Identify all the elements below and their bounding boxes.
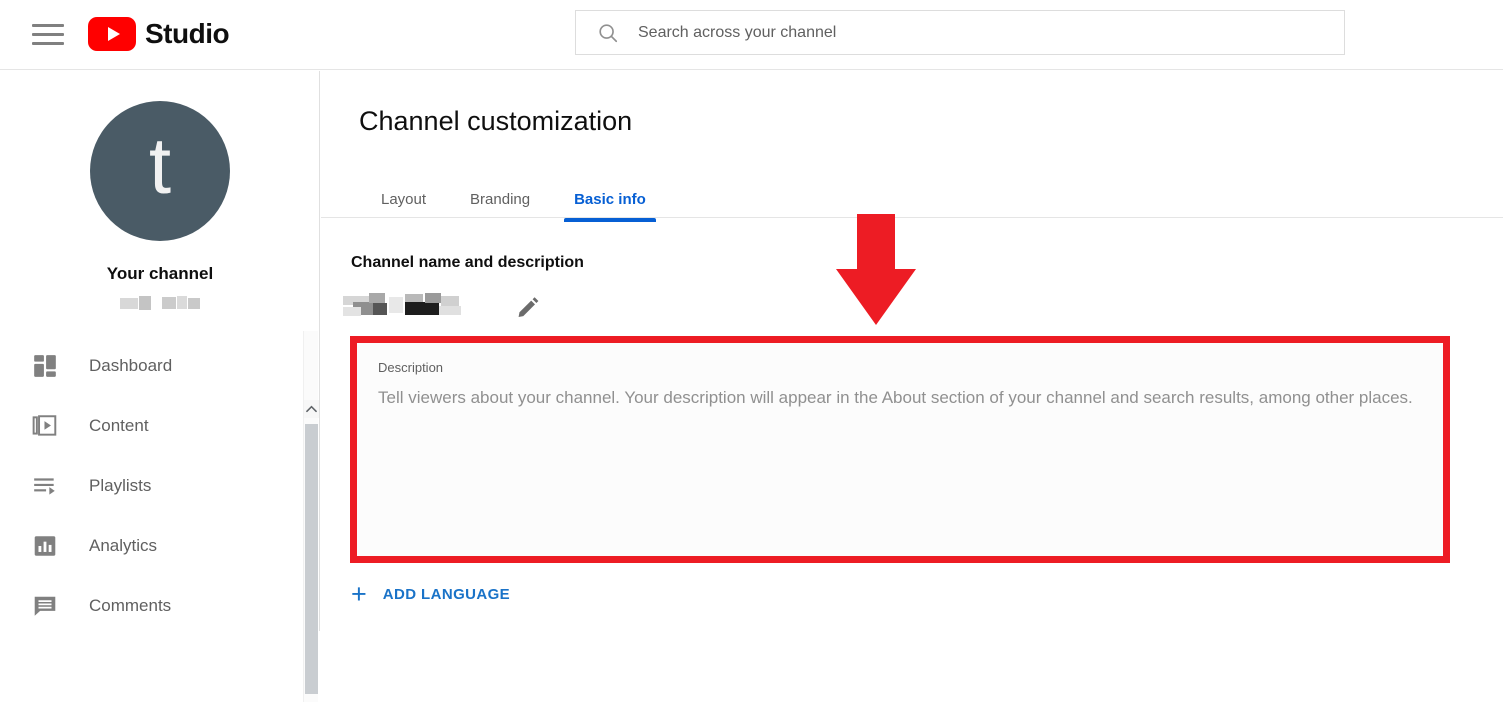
brand-text: Studio <box>145 18 229 50</box>
sidebar-nav: Dashboard Content Playlis <box>0 336 302 636</box>
sidebar-item-content[interactable]: Content <box>0 396 302 456</box>
play-triangle-icon <box>108 27 120 41</box>
hamburger-bar <box>32 33 64 36</box>
chevron-up-icon[interactable] <box>304 400 319 418</box>
playlists-icon <box>28 469 62 503</box>
pencil-edit-icon[interactable] <box>516 295 540 319</box>
sidebar-item-label: Analytics <box>89 536 157 556</box>
annotation-highlight-box: Description Tell viewers about your chan… <box>350 336 1450 563</box>
tab-branding[interactable]: Branding <box>448 176 552 222</box>
top-header: Studio Search across your channel <box>0 0 1503 70</box>
sidebar-item-label: Playlists <box>89 476 151 496</box>
main-content: Channel customization Layout Branding Ba… <box>321 71 1503 631</box>
page-title: Channel customization <box>359 106 632 137</box>
studio-brand-logo[interactable]: Studio <box>88 14 229 54</box>
sidebar-item-dashboard[interactable]: Dashboard <box>0 336 302 396</box>
sidebar-item-label: Dashboard <box>89 356 172 376</box>
add-language-label: ADD LANGUAGE <box>383 586 510 603</box>
down-arrow-annotation-icon <box>835 214 917 326</box>
plus-icon: + <box>351 581 367 608</box>
channel-name-redacted <box>343 293 468 321</box>
add-language-button[interactable]: + ADD LANGUAGE <box>351 581 510 608</box>
sidebar-item-label: Comments <box>89 596 171 616</box>
analytics-bar-chart-icon <box>28 529 62 563</box>
search-placeholder: Search across your channel <box>638 24 836 42</box>
channel-handle-redacted <box>120 296 200 310</box>
your-channel-label: Your channel <box>0 264 320 284</box>
sidebar-item-playlists[interactable]: Playlists <box>0 456 302 516</box>
avatar[interactable]: t <box>90 101 230 241</box>
search-input[interactable]: Search across your channel <box>575 10 1345 55</box>
sidebar-item-analytics[interactable]: Analytics <box>0 516 302 576</box>
scrollbar-thumb[interactable] <box>305 424 318 694</box>
hamburger-menu-icon[interactable] <box>32 22 66 48</box>
hamburger-bar <box>32 24 64 27</box>
sidebar-scrollbar[interactable] <box>303 331 318 702</box>
tab-basic-info[interactable]: Basic info <box>552 176 668 222</box>
description-input[interactable]: Description Tell viewers about your chan… <box>357 343 1443 556</box>
channel-name-row <box>343 293 540 321</box>
left-sidebar: t Your channel Dashboard <box>0 71 320 631</box>
comments-speech-bubble-icon <box>28 589 62 623</box>
hamburger-bar <box>32 42 64 45</box>
sidebar-item-comments[interactable]: Comments <box>0 576 302 636</box>
tab-layout[interactable]: Layout <box>359 176 448 222</box>
description-placeholder: Tell viewers about your channel. Your de… <box>378 382 1413 413</box>
description-label: Description <box>378 360 1422 375</box>
sidebar-item-label: Content <box>89 416 149 436</box>
tab-bar: Layout Branding Basic info <box>359 176 668 222</box>
search-icon <box>597 22 619 44</box>
section-heading: Channel name and description <box>351 254 584 272</box>
youtube-play-logo-icon <box>88 17 136 51</box>
content-video-icon <box>28 409 62 443</box>
dashboard-grid-icon <box>28 349 62 383</box>
